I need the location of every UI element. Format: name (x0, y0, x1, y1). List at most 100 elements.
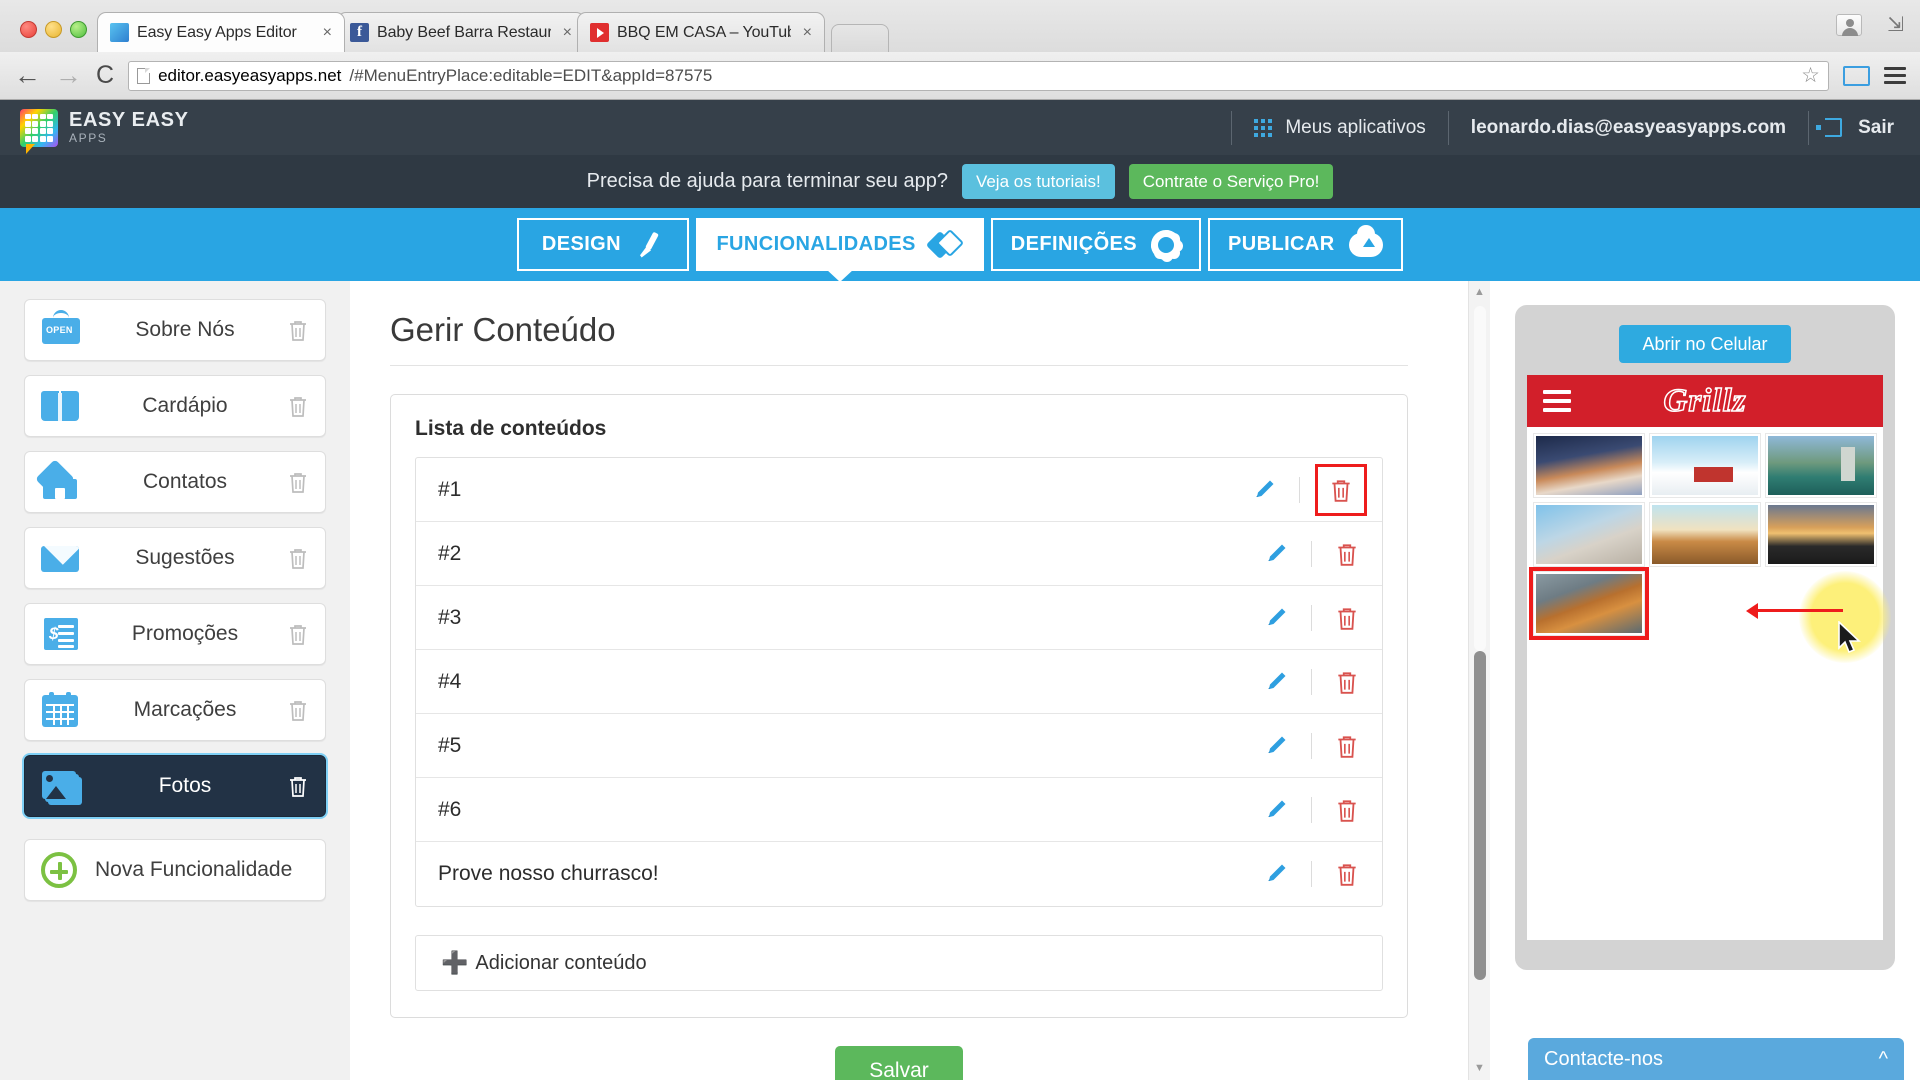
fullscreen-icon[interactable]: ⇲ (1887, 12, 1904, 37)
row-label: #4 (438, 670, 1259, 694)
tab-definicoes[interactable]: DEFINIÇÕES (991, 218, 1201, 271)
browser-tab-3[interactable]: BBQ EM CASA – YouTube × (577, 12, 825, 52)
photo-thumb[interactable] (1531, 500, 1647, 569)
forward-button[interactable]: → (55, 62, 82, 89)
browser-tab-2-close-icon[interactable]: × (559, 24, 576, 42)
delete-marcacoes-icon[interactable] (287, 698, 311, 722)
delete-promocoes-icon[interactable] (287, 622, 311, 646)
tab-publicar-label: PUBLICAR (1228, 233, 1335, 256)
pencil-icon[interactable] (1259, 603, 1293, 633)
open-on-mobile-button[interactable]: Abrir no Celular (1619, 325, 1791, 363)
chevron-up-icon[interactable]: ^ (1879, 1048, 1888, 1071)
delete-sugestoes-icon[interactable] (287, 546, 311, 570)
new-feature-button[interactable]: Nova Funcionalidade (24, 839, 326, 901)
browser-tab-1-close-icon[interactable]: × (319, 24, 336, 42)
delete-contatos-icon[interactable] (287, 470, 311, 494)
photo-thumb[interactable] (1531, 431, 1647, 500)
cast-icon[interactable] (1843, 66, 1870, 86)
save-button[interactable]: Salvar (835, 1046, 963, 1080)
window-controls[interactable] (12, 21, 97, 52)
book-icon (39, 386, 83, 426)
tab-design[interactable]: DESIGN (517, 218, 689, 271)
sidebar-item-sobre-nos[interactable]: OPEN Sobre Nós (24, 299, 326, 361)
sidebar-item-marcacoes[interactable]: Marcações (24, 679, 326, 741)
pro-service-button[interactable]: Contrate o Serviço Pro! (1129, 164, 1334, 199)
account-email[interactable]: leonardo.dias@easyeasyapps.com (1449, 117, 1808, 139)
pencil-icon[interactable] (1259, 731, 1293, 761)
pencil-icon[interactable] (1259, 795, 1293, 825)
browser-menu-icon[interactable] (1884, 67, 1906, 84)
row-divider (1311, 669, 1312, 695)
trash-icon[interactable] (1330, 731, 1364, 761)
table-row[interactable]: #6 (416, 778, 1382, 842)
page-title: Gerir Conteúdo (390, 311, 1408, 365)
sidebar-item-fotos[interactable]: Fotos (24, 755, 326, 817)
row-label: #1 (438, 478, 1247, 502)
scroll-down-icon[interactable]: ▼ (1474, 1057, 1485, 1080)
add-content-button[interactable]: plus-icon➕ Adicionar conteúdo (415, 935, 1383, 991)
sidebar-item-promocoes[interactable]: $ Promoções (24, 603, 326, 665)
photo-thumb-selected[interactable] (1531, 569, 1647, 638)
pencil-icon[interactable] (1259, 859, 1293, 889)
plus-circle-icon (39, 850, 83, 890)
sidebar-item-fotos-label: Fotos (83, 774, 287, 798)
address-bar[interactable]: editor.easyeasyapps.net/#MenuEntryPlace:… (128, 61, 1829, 91)
pencil-icon[interactable] (1247, 475, 1281, 505)
back-button[interactable]: ← (14, 62, 41, 89)
tutorials-button[interactable]: Veja os tutoriais! (962, 164, 1115, 199)
hamburger-icon[interactable] (1543, 390, 1571, 412)
account-email-label: leonardo.dias@easyeasyapps.com (1471, 117, 1786, 139)
main-scrollbar[interactable]: ▲ ▼ (1468, 281, 1490, 1080)
profile-icon[interactable] (1836, 14, 1862, 36)
scrollbar-thumb[interactable] (1474, 651, 1486, 981)
delete-fotos-icon[interactable] (287, 774, 311, 798)
scroll-up-icon[interactable]: ▲ (1474, 281, 1485, 304)
browser-tab-1[interactable]: Easy Easy Apps Editor × (97, 12, 345, 52)
scrollbar-track[interactable] (1474, 306, 1486, 1055)
reload-icon[interactable]: C (96, 61, 114, 90)
browser-tab-2[interactable]: f Baby Beef Barra Restauran × (337, 12, 585, 52)
photo-thumb[interactable] (1763, 500, 1879, 569)
app-logo[interactable]: EASY EASY APPS (0, 109, 189, 147)
trash-icon[interactable] (1330, 603, 1364, 633)
trash-icon[interactable] (1330, 539, 1364, 569)
table-row[interactable]: #4 (416, 650, 1382, 714)
browser-tab-3-close-icon[interactable]: × (799, 24, 816, 42)
table-row[interactable]: #2 (416, 522, 1382, 586)
table-row[interactable]: #5 (416, 714, 1382, 778)
tab-funcionalidades[interactable]: FUNCIONALIDADES (696, 218, 983, 271)
close-window-button[interactable] (20, 21, 37, 38)
tab-publicar[interactable]: PUBLICAR (1208, 218, 1403, 271)
sidebar-item-sugestoes[interactable]: Sugestões (24, 527, 326, 589)
trash-icon[interactable] (1330, 795, 1364, 825)
photo-thumb[interactable] (1763, 431, 1879, 500)
row-label: #6 (438, 798, 1259, 822)
photo-thumb[interactable] (1647, 500, 1763, 569)
logo-subtitle: APPS (69, 131, 189, 145)
trash-icon[interactable] (1318, 467, 1364, 513)
table-row[interactable]: #3 (416, 586, 1382, 650)
delete-sobre-nos-icon[interactable] (287, 318, 311, 342)
contact-us-bar[interactable]: Contacte-nos ^ (1528, 1038, 1904, 1080)
maximize-window-button[interactable] (70, 21, 87, 38)
easy-apps-logo-icon (20, 109, 58, 147)
app-brand-label: Grillz (1527, 383, 1883, 420)
table-row[interactable]: #1 (416, 458, 1382, 522)
new-tab-button[interactable] (831, 24, 889, 52)
bookmark-star-icon[interactable]: ☆ (1801, 63, 1820, 88)
minimize-window-button[interactable] (45, 21, 62, 38)
delete-cardapio-icon[interactable] (287, 394, 311, 418)
url-domain: editor.easyeasyapps.net (158, 66, 341, 86)
pencil-icon[interactable] (1259, 667, 1293, 697)
receipt-dollar-icon: $ (39, 614, 83, 654)
row-divider (1311, 605, 1312, 631)
trash-icon[interactable] (1330, 667, 1364, 697)
sidebar-item-contatos[interactable]: Contatos (24, 451, 326, 513)
table-row[interactable]: Prove nosso churrasco! (416, 842, 1382, 906)
photo-thumb[interactable] (1647, 431, 1763, 500)
sidebar-item-cardapio[interactable]: Cardápio (24, 375, 326, 437)
my-apps-link[interactable]: Meus aplicativos (1232, 117, 1447, 139)
logout-button[interactable]: Sair (1809, 117, 1920, 139)
pencil-icon[interactable] (1259, 539, 1293, 569)
trash-icon[interactable] (1330, 859, 1364, 889)
